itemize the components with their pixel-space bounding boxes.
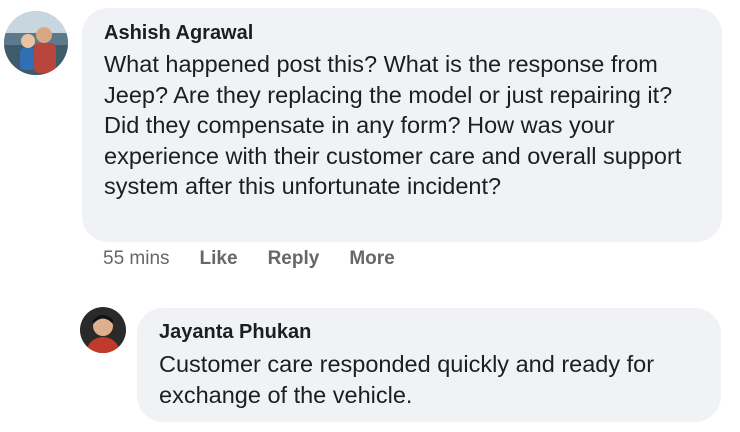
reply-button[interactable]: Reply: [268, 248, 320, 270]
profile-photo-icon: [4, 11, 68, 75]
like-button[interactable]: Like: [200, 248, 238, 270]
comment-text: Customer care responded quickly and read…: [159, 351, 655, 408]
comment-author[interactable]: Ashish Agrawal: [104, 22, 702, 45]
more-button[interactable]: More: [349, 248, 394, 270]
avatar[interactable]: [4, 11, 68, 75]
avatar[interactable]: [80, 307, 126, 353]
comment-bubble: Jayanta Phukan Customer care responded q…: [137, 308, 721, 422]
comment-author[interactable]: Jayanta Phukan: [159, 321, 701, 344]
comment-actions: 55 mins Like Reply More: [103, 248, 395, 270]
comment-thread: Ashish Agrawal What happened post this? …: [0, 0, 740, 432]
profile-photo-icon: [80, 307, 126, 353]
comment-bubble: Ashish Agrawal What happened post this? …: [82, 8, 722, 242]
comment-text: What happened post this? What is the res…: [104, 51, 682, 199]
comment-timestamp[interactable]: 55 mins: [103, 248, 170, 270]
